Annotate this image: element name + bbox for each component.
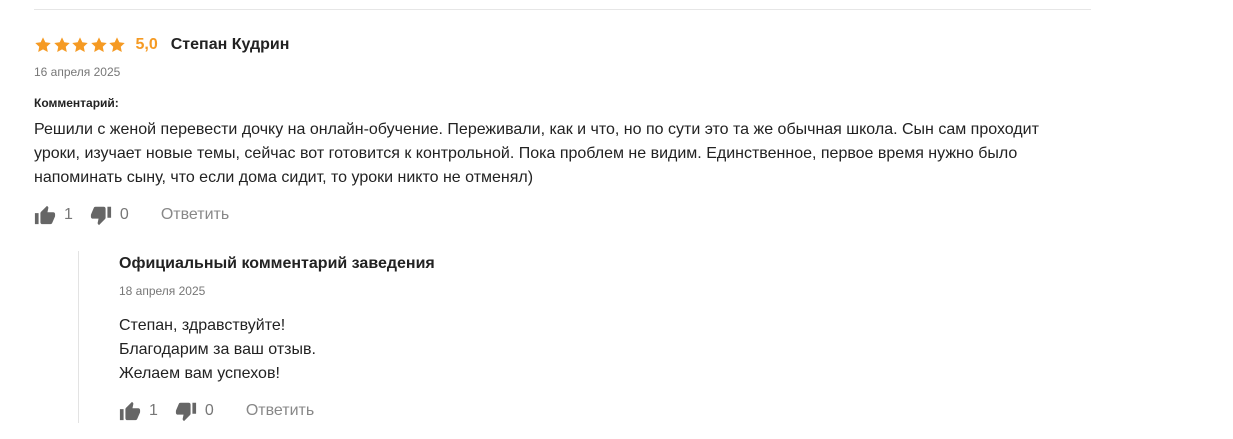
comment-text: Решили с женой перевести дочку на онлайн… (34, 121, 1039, 186)
official-reply-date: 18 апреля 2025 (119, 284, 206, 298)
reply-button[interactable]: Ответить (161, 206, 229, 224)
star-icon (71, 36, 89, 54)
official-reply-line: Желаем вам успехов! (119, 365, 280, 382)
review-date: 16 апреля 2025 (34, 65, 121, 79)
official-reply-line: Благодарим за ваш отзыв. (119, 341, 316, 358)
star-icon (53, 36, 71, 54)
official-reply-content: Официальный комментарий заведения 18 апр… (119, 251, 1079, 423)
rating-value: 5,0 (135, 36, 158, 53)
review-card: 5,0 Степан Кудрин 16 апреля 2025 Коммент… (34, 34, 1094, 227)
star-icon (90, 36, 108, 54)
star-icon (108, 36, 126, 54)
thumbs-down-icon (175, 400, 197, 422)
official-reply-actions: 1 0 Ответить (119, 399, 1079, 423)
top-divider (34, 9, 1091, 10)
thumbs-up-icon (34, 204, 56, 226)
official-reply-text: Степан, здравствуйте! Благодарим за ваш … (119, 314, 1079, 386)
like-count: 1 (149, 402, 158, 419)
star-rating (34, 36, 127, 54)
official-reply-line: Степан, здравствуйте! (119, 317, 286, 334)
like-button[interactable]: 1 (119, 400, 158, 422)
dislike-button[interactable]: 0 (90, 204, 129, 226)
comment-label: Комментарий: (34, 96, 119, 110)
review-author: Степан Кудрин (170, 36, 290, 53)
like-count: 1 (64, 206, 73, 223)
thumbs-down-icon (90, 204, 112, 226)
official-reply: Официальный комментарий заведения 18 апр… (78, 251, 1079, 423)
star-icon (34, 36, 52, 54)
official-reply-title: Официальный комментарий заведения (119, 255, 435, 272)
dislike-count: 0 (204, 402, 214, 419)
dislike-count: 0 (119, 206, 129, 223)
dislike-button[interactable]: 0 (175, 400, 214, 422)
reply-button[interactable]: Ответить (246, 402, 314, 420)
thumbs-up-icon (119, 400, 141, 422)
review-actions: 1 0 Ответить (34, 203, 1094, 227)
rating-row: 5,0 Степан Кудрин (34, 34, 1094, 56)
like-button[interactable]: 1 (34, 204, 73, 226)
